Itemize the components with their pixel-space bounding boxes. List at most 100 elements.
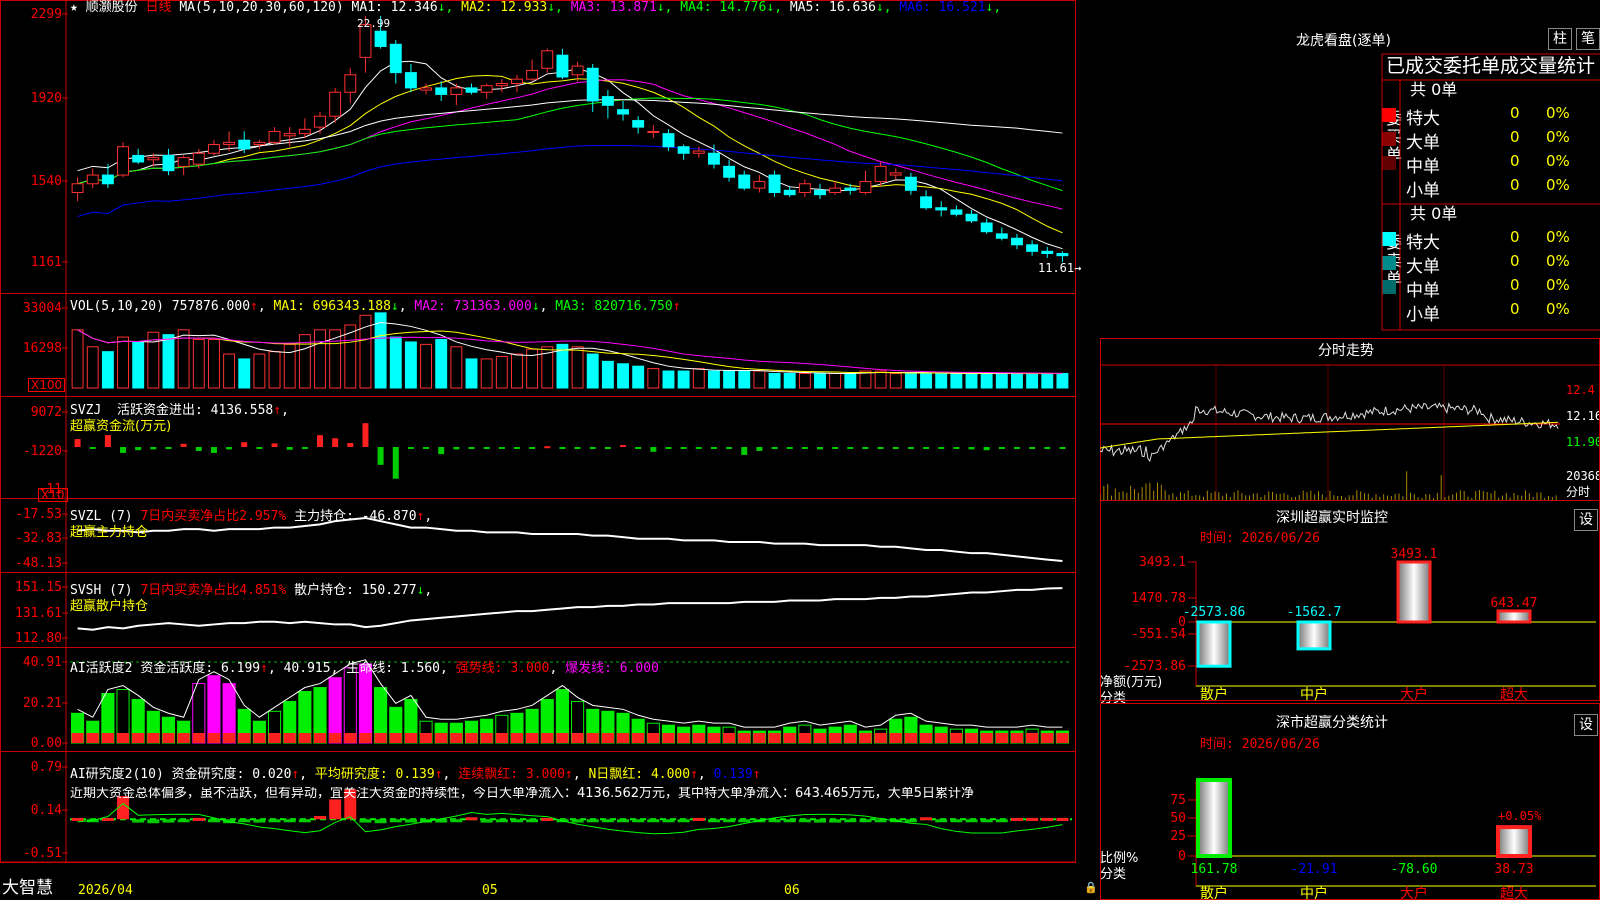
candle <box>329 91 342 117</box>
class-stats-category-label: 散户 <box>1200 885 1228 900</box>
ai-research-bar <box>298 819 311 823</box>
candle <box>495 83 508 87</box>
ma-item-6: MA6: 16.521 <box>891 0 986 15</box>
svzj-bar <box>559 447 566 449</box>
ai-research-bar <box>571 819 584 823</box>
buy-label: 小单 <box>1406 181 1440 201</box>
vol-y-tick: 16298 <box>23 341 62 356</box>
ai-research-bar <box>723 819 736 823</box>
ai-active-base <box>753 733 766 743</box>
intraday-title: 分时走势 <box>1318 343 1374 359</box>
realtime-y-tick: 3493.1 <box>1139 555 1186 570</box>
ai-active-y-tick: 0.00 <box>31 736 62 751</box>
candle <box>541 50 554 69</box>
svzj-bar <box>438 447 445 455</box>
svzj-bar <box>89 447 96 449</box>
volume-bar <box>223 353 236 389</box>
candle <box>132 154 145 163</box>
bar-mode-button[interactable]: 柱 <box>1548 28 1572 50</box>
svzj-bar <box>210 447 217 453</box>
price-y-tick: 2299 <box>31 7 62 22</box>
chart-canvas[interactable]: 229919201540116133004162989072-1220-11-1… <box>0 0 1100 900</box>
ai-active-base <box>101 733 114 743</box>
right-chart-canvas[interactable]: 3493.11470.780-551.54-2573.86-2573.86散户-… <box>1100 0 1600 900</box>
volume-bar <box>874 370 887 389</box>
buy-count: 0 <box>1510 176 1520 194</box>
svzl-y-tick: -17.53 <box>15 507 62 522</box>
class-stats-settings-button[interactable]: 设 <box>1574 714 1598 736</box>
candle <box>723 165 736 178</box>
svzj-bar <box>801 447 808 449</box>
volume-bar <box>192 339 205 389</box>
ma-item-5: MA5: 16.636 <box>782 0 876 15</box>
candle <box>814 189 826 196</box>
candle <box>768 174 781 193</box>
svzj-bar <box>968 447 975 450</box>
volume-bar <box>844 372 857 389</box>
realtime-value-label: -1562.7 <box>1287 605 1342 620</box>
svzj-bar <box>877 447 884 449</box>
realtime-bar <box>1496 609 1532 624</box>
class-stats-category-label: 大户 <box>1400 885 1428 900</box>
star-icon[interactable]: ★ <box>70 0 78 15</box>
ai-research-bar <box>783 819 796 823</box>
ai-active-base <box>965 733 978 743</box>
ai-active-base <box>586 733 599 743</box>
lock-icon[interactable]: 🔒 <box>1084 882 1098 893</box>
ai-research-bar <box>480 819 493 823</box>
ai-active-base <box>192 733 205 743</box>
ai-research-v3: 连续飘红: 3.000 <box>458 767 565 782</box>
ai-active-v4: 强势线: 3.000 <box>455 661 550 676</box>
svzj-bar <box>226 447 233 450</box>
candle <box>662 133 675 148</box>
svzl-y-tick: -48.13 <box>15 556 62 571</box>
svsh-hold: 散户持仓: 150.277 <box>294 583 417 598</box>
sell-pct: 0% <box>1546 228 1570 246</box>
svzj-bar <box>256 447 263 449</box>
svzj-bar <box>483 447 490 449</box>
ai-research-bar <box>253 819 266 823</box>
tick-mode-button[interactable]: 笔 <box>1576 28 1600 50</box>
ai-research-bar <box>935 819 948 823</box>
ma-item-1: MA1: 12.346 <box>351 0 438 15</box>
ai-active-base <box>571 733 584 743</box>
volume-bar <box>571 346 584 389</box>
svzj-bar <box>847 447 854 449</box>
svzl-title: SVZL (7) <box>70 509 133 524</box>
realtime-category-label: 中户 <box>1300 686 1328 703</box>
candle <box>738 174 751 189</box>
buy-count: 0 <box>1510 104 1520 122</box>
candle <box>889 172 902 176</box>
ai-research-bar <box>1010 817 1023 821</box>
volume-bar <box>1011 372 1023 389</box>
candle <box>238 139 251 150</box>
ai-active-base <box>480 733 493 743</box>
candle <box>571 65 584 76</box>
candle <box>147 157 160 161</box>
candle <box>632 120 645 128</box>
period-label[interactable]: 日线 <box>146 0 172 15</box>
ai-research-bar <box>389 819 402 823</box>
svzj-unit-label: X10 <box>38 488 68 502</box>
ai-active-base <box>950 733 963 743</box>
ai-research-bar <box>738 819 751 823</box>
ai-active-base <box>344 733 357 743</box>
ai-research-v5: 0.139 <box>713 767 753 782</box>
intraday-frame <box>1100 338 1600 501</box>
vol-ma2: MA2: 731363.000 <box>414 299 532 314</box>
realtime-settings-button[interactable]: 设 <box>1574 509 1598 531</box>
candle <box>450 87 463 95</box>
ai-active-base <box>450 733 463 743</box>
sell-swatch <box>1382 232 1396 246</box>
ai-active-header: AI活跃度2 资金活跃度: 6.199↑, 40.915, 生命线: 1.560… <box>70 661 659 676</box>
ai-active-base <box>253 733 266 743</box>
realtime-bar <box>1196 620 1232 668</box>
class-stats-value-label: -21.91 <box>1291 862 1338 877</box>
realtime-value-label: 643.47 <box>1491 596 1538 611</box>
class-stats-y-tick: 50 <box>1170 811 1186 826</box>
sell-count: 0 <box>1510 228 1520 246</box>
svsh-ratio: 7日内买卖净占比4.851% <box>140 583 287 598</box>
class-stats-frame <box>1100 703 1600 900</box>
ai-active-base <box>616 733 630 743</box>
candle <box>253 141 266 146</box>
